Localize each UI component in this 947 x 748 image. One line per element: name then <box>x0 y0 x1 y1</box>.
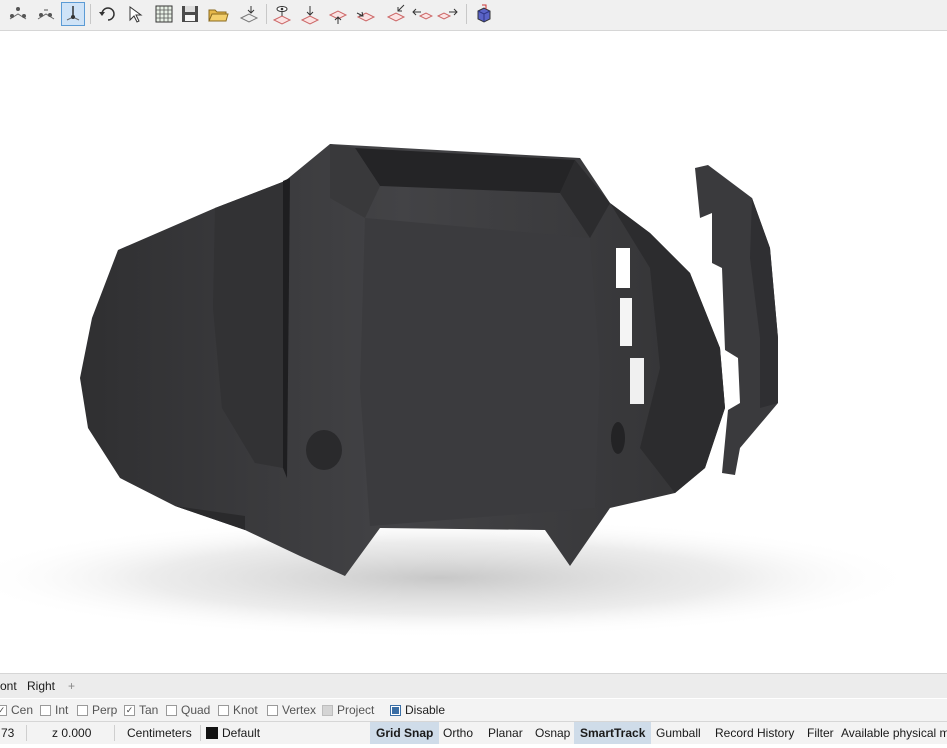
set-cplane-origin-icon[interactable] <box>34 2 58 26</box>
layer-pane[interactable]: Default <box>206 722 260 744</box>
osnap-label: Vertex <box>282 703 317 717</box>
units-pane[interactable]: Centimeters <box>127 722 192 744</box>
add-tab-icon[interactable]: + <box>68 679 75 693</box>
checkbox-icon[interactable]: ✓ <box>124 704 135 716</box>
top-recess <box>355 148 575 193</box>
osnap-tan[interactable]: ✓ Tan <box>124 703 158 717</box>
grid-snap-pane[interactable]: Grid Snap <box>370 722 440 744</box>
status-bar: 73 z 0.000 Centimeters Default Grid Snap… <box>0 721 947 744</box>
set-view-cplane-icon[interactable] <box>6 2 30 26</box>
right-vent-opening <box>616 248 630 288</box>
osnap-cen[interactable]: ✓ Cen <box>0 703 33 717</box>
left-vent-hole <box>306 430 342 470</box>
osnap-disable[interactable]: Disable <box>390 703 445 717</box>
view-back-icon[interactable] <box>384 2 408 26</box>
save-icon[interactable] <box>178 2 202 26</box>
osnap-label: Quad <box>181 703 211 717</box>
ground-shadow <box>0 518 920 638</box>
record-history-pane[interactable]: Record History <box>709 722 800 744</box>
right-vent-opening <box>620 298 632 346</box>
osnap-label: Cen <box>11 703 34 717</box>
coordinate-readout: 73 <box>1 726 15 740</box>
checkbox-icon[interactable] <box>77 704 88 716</box>
osnap-label: Knot <box>233 703 258 717</box>
render-viewport[interactable] <box>0 38 947 673</box>
osnap-project[interactable]: Project <box>322 703 374 717</box>
standard-toolbar <box>0 0 947 31</box>
ortho-pane[interactable]: Ortho <box>437 722 479 744</box>
layer-color-swatch <box>206 727 218 739</box>
view-top-icon[interactable] <box>298 2 322 26</box>
osnap-bar: ✓ Cen Int Perp ✓ Tan Quad Knot Vertex Proj… <box>0 699 947 721</box>
undo-view-change-icon[interactable] <box>96 2 120 26</box>
view-bottom-icon[interactable] <box>436 2 460 26</box>
osnap-vertex[interactable]: Vertex <box>267 703 316 717</box>
view-perspective-icon[interactable] <box>270 2 294 26</box>
z-readout: z 0.000 <box>52 726 92 740</box>
layer-name: Default <box>222 726 261 740</box>
set-cplane-z-axis-icon[interactable] <box>61 2 85 26</box>
grid-icon[interactable] <box>152 2 176 26</box>
osnap-label: Project <box>337 703 375 717</box>
toolbar-separator <box>466 4 467 24</box>
osnap-label: Perp <box>92 703 118 717</box>
checkbox-icon[interactable]: ✓ <box>0 704 7 716</box>
smarttrack-pane[interactable]: SmartTrack <box>574 722 652 744</box>
center-panel <box>360 218 600 526</box>
right-vent-opening <box>630 358 644 404</box>
checkbox-icon[interactable] <box>166 704 177 716</box>
checkbox-icon[interactable] <box>267 704 278 716</box>
osnap-label: Disable <box>405 703 446 717</box>
osnap-quad[interactable]: Quad <box>166 703 210 717</box>
gumball-pane[interactable]: Gumball <box>650 722 707 744</box>
osnap-knot[interactable]: Knot <box>218 703 258 717</box>
osnap-label: Int <box>55 703 69 717</box>
filter-pane[interactable]: Filter <box>801 722 840 744</box>
checkbox-icon[interactable] <box>390 704 401 716</box>
view-left-icon[interactable] <box>410 2 434 26</box>
view-front-icon[interactable] <box>326 2 350 26</box>
planar-pane[interactable]: Planar <box>482 722 529 744</box>
tab-right[interactable]: Right <box>27 679 55 693</box>
import-icon[interactable] <box>236 2 260 26</box>
osnap-label: Tan <box>139 703 159 717</box>
status-divider <box>200 725 201 741</box>
status-divider <box>26 725 27 741</box>
status-message: Available physical m <box>841 726 947 740</box>
checkbox-icon[interactable] <box>40 704 51 716</box>
status-divider <box>114 725 115 741</box>
tab-front[interactable]: ont <box>0 679 17 693</box>
toolbar-separator <box>266 4 267 24</box>
checkbox-icon[interactable] <box>218 704 229 716</box>
checkbox-icon[interactable] <box>322 704 333 716</box>
render-icon[interactable] <box>472 2 496 26</box>
open-icon[interactable] <box>206 2 230 26</box>
viewport-tabs: ont Right + <box>0 673 947 698</box>
view-right-icon[interactable] <box>354 2 378 26</box>
helmet-model <box>0 144 920 638</box>
osnap-perp[interactable]: Perp <box>77 703 117 717</box>
select-objects-icon[interactable] <box>124 2 148 26</box>
toolbar-separator <box>90 4 91 24</box>
osnap-int[interactable]: Int <box>40 703 68 717</box>
osnap-pane[interactable]: Osnap <box>529 722 576 744</box>
